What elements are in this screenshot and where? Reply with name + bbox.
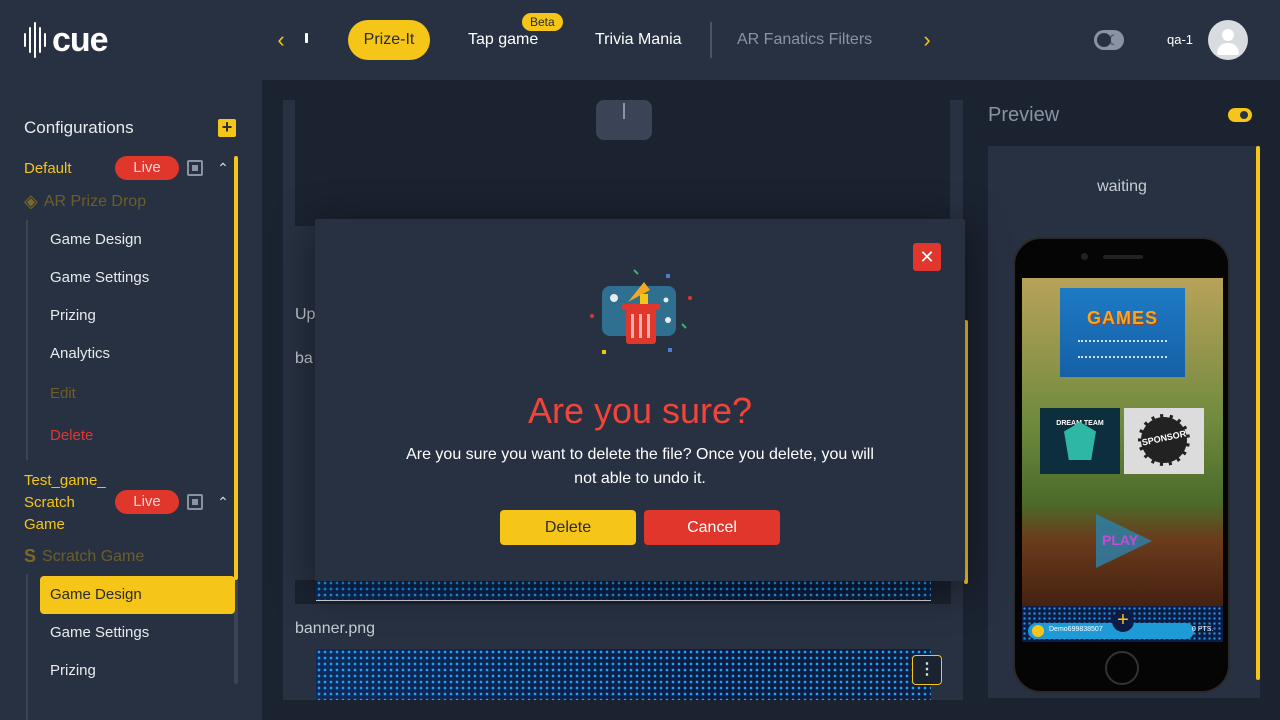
sidebar-scrollbar-thumb[interactable] [234, 156, 238, 580]
top-header: cue ‹ Prize-It Tap game Beta Trivia Mani… [0, 0, 1280, 80]
background-image-preview [316, 580, 931, 600]
trash-bin-illustration-icon [590, 269, 692, 354]
beta-badge: Beta [522, 13, 563, 31]
logo-text: cue [52, 21, 109, 59]
menu-prizing[interactable]: Prizing [50, 662, 96, 679]
group-name-test-game-scratch[interactable]: Test_game_ Scratch Game [24, 470, 114, 536]
team-emblem-icon [1064, 422, 1096, 460]
tab-trivia-mania[interactable]: Trivia Mania [595, 20, 682, 60]
sponsor-card: SPONSOR [1124, 408, 1204, 474]
menu-game-design-active[interactable]: Game Design [40, 576, 235, 614]
menu-game-settings[interactable]: Game Settings [50, 269, 149, 286]
cancel-button[interactable]: Cancel [644, 510, 780, 545]
phone-screen: GAMES DREAM TEAM SPONSOR PLAY Demo699838… [1022, 278, 1223, 642]
menu-prizing[interactable]: Prizing [50, 307, 96, 324]
background-label-fragment: ba [295, 350, 313, 367]
username: qa-1 [1167, 32, 1194, 47]
player-id: Demo699838507 [1049, 626, 1103, 633]
modal-title: Are you sure? [527, 390, 753, 431]
upload-label-fragment: Up [295, 306, 316, 323]
configurations-title: Configurations [24, 118, 134, 137]
add-configuration-button[interactable]: + [218, 118, 236, 137]
games-banner: GAMES [1060, 288, 1185, 377]
close-icon[interactable]: ✕ [913, 243, 941, 271]
mouse-scroll-icon [596, 100, 652, 140]
modal-message: Are you sure you want to delete the file… [406, 446, 874, 487]
tree-line [26, 574, 28, 720]
menu-game-design[interactable]: Game Design [50, 231, 142, 248]
phone-speaker [1103, 255, 1143, 259]
preview-toggle[interactable] [1228, 108, 1252, 122]
banner-filename: banner.png [295, 620, 376, 637]
phone-camera [1081, 253, 1088, 260]
game-type-label: AR Prize Drop [43, 192, 147, 210]
kebab-menu-icon[interactable]: ⋮ [912, 655, 942, 685]
qr-code-icon[interactable] [187, 494, 203, 510]
group-name-default[interactable]: Default [24, 160, 72, 177]
scroll-stub [305, 33, 308, 43]
coin-icon [1032, 625, 1044, 637]
menu-analytics[interactable]: Analytics [50, 345, 110, 362]
tab-prize-it[interactable]: Prize-It [348, 20, 430, 60]
menu-game-settings[interactable]: Game Settings [50, 624, 149, 641]
preview-scrollbar-thumb[interactable] [1256, 146, 1260, 680]
live-badge: Live [115, 490, 179, 514]
tree-line [26, 220, 28, 460]
menu-edit[interactable]: Edit [50, 385, 76, 402]
moon-icon: ☾ [1107, 32, 1120, 48]
player-points: 0 PTS. [1192, 626, 1214, 633]
phone-home-button [1105, 651, 1139, 685]
configurations-sidebar: Configurations + Default Live ⌃ ◈ AR Pri… [0, 80, 262, 720]
team-logo-card: DREAM TEAM [1040, 408, 1120, 474]
play-label[interactable]: PLAY [1102, 532, 1138, 548]
game-type-scratch-game: S Scratch Game [24, 546, 144, 567]
plus-icon[interactable]: + [1112, 610, 1134, 632]
game-type-ar-prize-drop: ◈ AR Prize Drop [24, 191, 146, 212]
image-underline [316, 600, 931, 601]
chevron-right-icon[interactable]: › [920, 28, 934, 52]
live-badge: Live [115, 156, 179, 180]
cue-logo[interactable]: cue [24, 21, 109, 59]
user-avatar-icon[interactable] [1208, 20, 1248, 60]
qr-code-icon[interactable] [187, 160, 203, 176]
menu-delete[interactable]: Delete [50, 427, 93, 444]
chevron-up-icon[interactable]: ⌃ [215, 160, 231, 176]
games-title: GAMES [1086, 308, 1158, 328]
logo-soundwave-icon [24, 22, 46, 58]
preview-title: Preview [988, 104, 1060, 126]
chevron-up-icon[interactable]: ⌃ [215, 494, 231, 510]
games-subtitle-decoration [1078, 340, 1167, 358]
theme-toggle[interactable]: ☾ [1094, 30, 1124, 50]
preview-status: waiting [1097, 178, 1147, 195]
diamond-icon: ◈ [24, 191, 38, 211]
tab-ar-fanatics-filters[interactable]: AR Fanatics Filters [737, 20, 872, 60]
chevron-left-icon[interactable]: ‹ [274, 28, 288, 52]
scratch-s-icon: S [24, 546, 37, 566]
banner-image-preview [316, 649, 931, 700]
delete-button[interactable]: Delete [500, 510, 636, 545]
game-type-label: Scratch Game [42, 547, 145, 565]
tab-divider [710, 22, 712, 58]
